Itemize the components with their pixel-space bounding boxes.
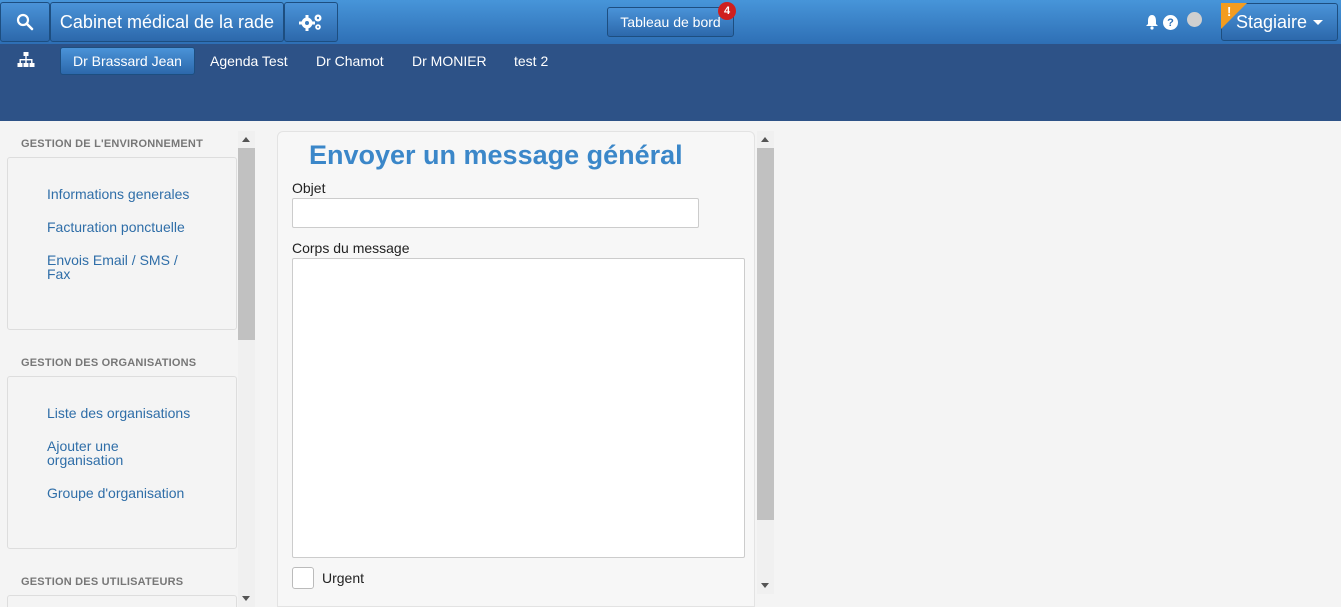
sidebar-link-envois-email-sms-fax[interactable]: Envois Email / SMS / Fax	[47, 253, 197, 281]
sitemap-icon[interactable]	[17, 52, 35, 68]
form-scroll-up-icon[interactable]	[761, 137, 769, 142]
sidebar-section-title-utilisateurs: GESTION DES UTILISATEURS	[21, 576, 184, 588]
help-icon[interactable]: ?	[1163, 15, 1178, 30]
nav-tab-label: test 2	[514, 53, 549, 69]
urgent-label: Urgent	[322, 570, 365, 586]
search-icon	[16, 13, 34, 31]
brand-label: Cabinet médical de la rade	[59, 11, 275, 32]
dashboard-label: Tableau de bord	[620, 14, 721, 30]
nav-tab-label: Dr Brassard Jean	[73, 53, 182, 69]
caret-down-icon	[1313, 19, 1324, 25]
nav-tab-label: Dr Chamot	[316, 53, 384, 69]
sidebar-scroll-up-icon[interactable]	[242, 137, 250, 142]
sidebar-link-ajouter-une-organisation[interactable]: Ajouter une organisation	[47, 439, 157, 467]
sidebar-section-title-environnement: GESTION DE L'ENVIRONNEMENT	[21, 138, 203, 150]
nav-tab-label: Dr MONIER	[412, 53, 487, 69]
form-scroll-down-icon[interactable]	[761, 583, 769, 588]
sidebar-scrollbar-thumb[interactable]	[238, 148, 255, 340]
sidebar-link-informations-generales[interactable]: Informations generales	[47, 187, 197, 201]
sidebar: GESTION DE L'ENVIRONNEMENT Informations …	[0, 131, 255, 607]
status-dot	[1187, 12, 1202, 27]
sidebar-link-liste-des-organisations[interactable]: Liste des organisations	[47, 406, 197, 420]
sidebar-scroll-down-icon[interactable]	[242, 596, 250, 601]
warning-icon	[1221, 3, 1247, 29]
sidebar-link-facturation-ponctuelle[interactable]: Facturation ponctuelle	[47, 220, 197, 234]
objet-label: Objet	[292, 180, 326, 196]
nav-tab-agenda-test[interactable]: Agenda Test	[210, 47, 288, 75]
settings-button[interactable]	[284, 2, 338, 42]
dashboard-button[interactable]: Tableau de bord	[607, 7, 734, 37]
nav-tab-dr-monier[interactable]: Dr MONIER	[412, 47, 487, 75]
dashboard-badge: 4	[718, 2, 736, 20]
sidebar-panel-environnement	[7, 157, 237, 330]
sidebar-section-title-organisations: GESTION DES ORGANISATIONS	[21, 357, 197, 369]
corps-label: Corps du message	[292, 240, 410, 256]
nav-tab-dr-brassard-jean[interactable]: Dr Brassard Jean	[60, 47, 195, 75]
form-scrollbar-thumb[interactable]	[757, 148, 774, 520]
nav-tab-label: Agenda Test	[210, 53, 288, 69]
warning-mark: !	[1227, 4, 1232, 19]
gears-icon	[299, 14, 322, 31]
nav-tab-test-2[interactable]: test 2	[514, 47, 548, 75]
agenda-navbar	[0, 44, 1341, 121]
nav-tab-dr-chamot[interactable]: Dr Chamot	[316, 47, 384, 75]
page-title: Envoyer un message général	[309, 140, 683, 170]
search-button[interactable]	[0, 2, 50, 42]
objet-input[interactable]	[292, 198, 699, 228]
sidebar-panel-utilisateurs	[7, 595, 237, 607]
brand-button[interactable]: Cabinet médical de la rade	[50, 2, 284, 42]
message-body-textarea[interactable]	[292, 258, 745, 558]
sidebar-link-groupe-d-organisation[interactable]: Groupe d'organisation	[47, 486, 197, 500]
urgent-checkbox[interactable]	[292, 567, 314, 589]
bell-icon[interactable]	[1145, 14, 1159, 30]
